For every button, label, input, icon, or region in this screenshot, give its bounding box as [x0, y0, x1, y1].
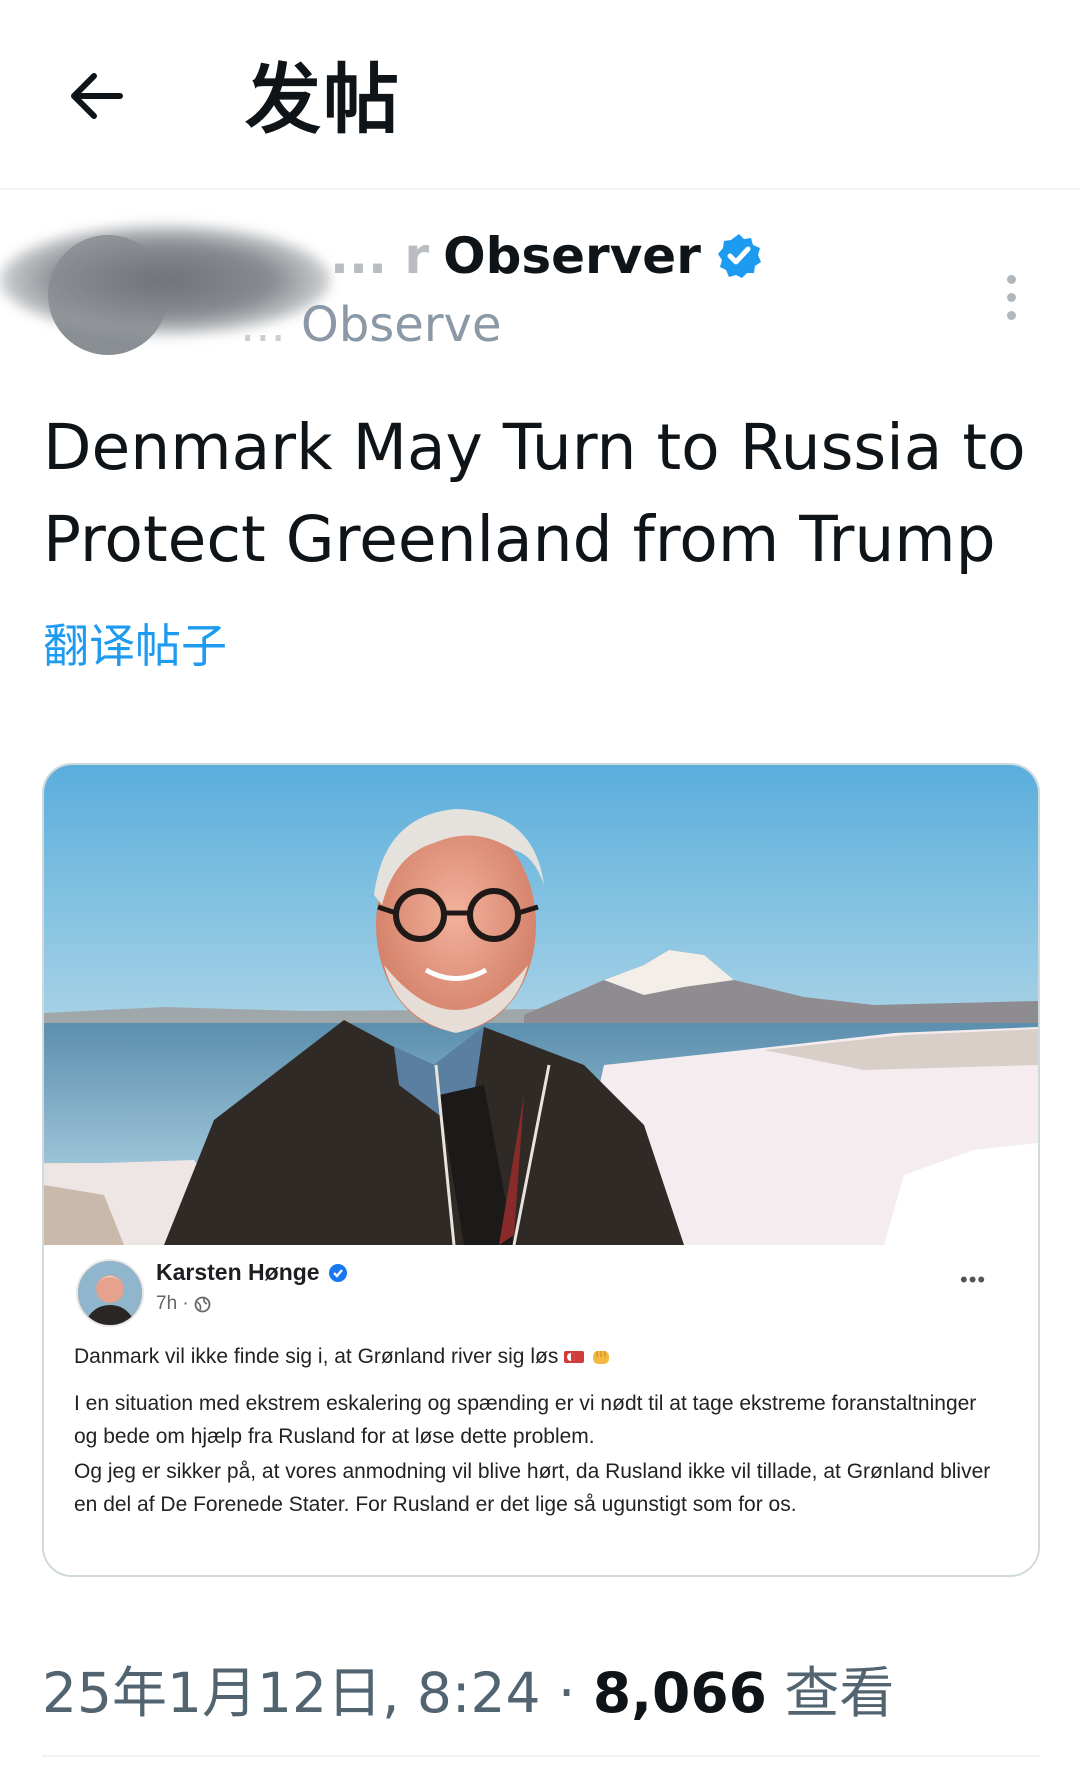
embedded-more-icon: ••• [960, 1267, 987, 1292]
handle-visible: Observe [301, 297, 502, 353]
arrow-left-icon [71, 73, 123, 119]
views-label: 查看 [766, 1661, 895, 1725]
verified-badge-icon [717, 234, 761, 278]
embedded-paragraph-1: I en situation med ekstrem eskalering og… [74, 1392, 977, 1448]
more-dot-icon [1006, 274, 1016, 284]
user-handle[interactable]: ... Observe [240, 297, 502, 353]
embedded-author-name: Karsten Hønge [156, 1259, 348, 1286]
verified-badge-icon [328, 1263, 347, 1282]
landscape-portrait-photo [44, 765, 1038, 1245]
top-bar: 发帖 [0, 0, 1080, 190]
display-name-partial: ... r [330, 227, 430, 285]
display-name[interactable]: ... r Observer [330, 227, 763, 285]
fist-emoji-icon [593, 1351, 610, 1364]
post-author[interactable]: ... r Observer ... Observe [0, 215, 1080, 365]
page-title: 发帖 [245, 55, 401, 144]
back-button[interactable] [58, 58, 134, 134]
more-dot-icon [1006, 310, 1016, 320]
embedded-line-1: Danmark vil ikke finde sig i, at Grønlan… [74, 1345, 612, 1369]
embedded-timestamp: 7h · [156, 1293, 211, 1315]
post-datetime: 25年1月12日, 8:24 · [42, 1661, 593, 1725]
post-media[interactable]: Karsten Hønge 7h · ••• Danmark vil ikke … [42, 763, 1040, 1577]
view-count[interactable]: 8,066 [593, 1661, 767, 1725]
embedded-avatar [76, 1259, 144, 1327]
handle-partial: ... [240, 297, 302, 353]
display-name-visible: Observer [443, 227, 701, 285]
embedded-paragraph-2: Og jeg er sikker på, at vores anmodning … [74, 1460, 991, 1516]
more-dot-icon [1006, 292, 1016, 302]
more-options-button[interactable] [990, 265, 1032, 329]
flag-emoji-icon [564, 1351, 585, 1363]
divider [42, 1755, 1040, 1757]
globe-icon [194, 1296, 211, 1312]
embedded-facebook-post: Karsten Hønge 7h · ••• Danmark vil ikke … [44, 1245, 1038, 1575]
translate-post-link[interactable]: 翻译帖子 [43, 610, 227, 676]
post-meta: 25年1月12日, 8:24 · 8,066 查看 [42, 1648, 894, 1728]
post-text: Denmark May Turn to Russia to Protect Gr… [43, 411, 1026, 576]
